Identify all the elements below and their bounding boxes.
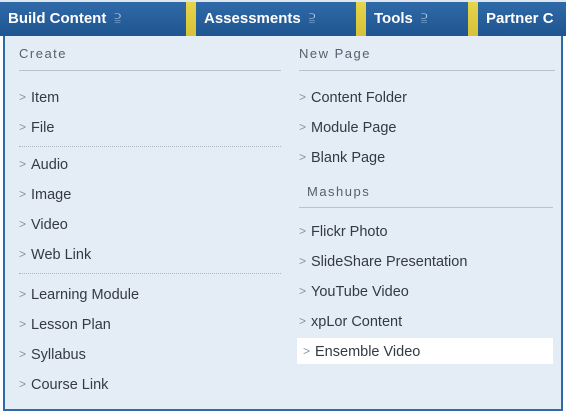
course-menu-bar: Build Content ⫆ Assessments ⫆ Tools ⫆ Partn… bbox=[0, 0, 566, 36]
chevron-right-icon: > bbox=[303, 344, 311, 358]
chevron-down-icon: ⫆ bbox=[114, 10, 121, 27]
tab-divider bbox=[468, 2, 478, 36]
chevron-right-icon: > bbox=[19, 187, 27, 201]
tab-tools-label: Tools bbox=[374, 10, 413, 27]
tab-build-content[interactable]: Build Content ⫆ bbox=[0, 2, 186, 36]
tab-partner-content[interactable]: Partner C bbox=[478, 2, 566, 36]
chevron-right-icon: > bbox=[19, 157, 27, 171]
menu-item-ensemble-video[interactable]: > Ensemble Video bbox=[297, 338, 553, 364]
tab-build-content-label: Build Content bbox=[8, 10, 107, 27]
section-divider bbox=[299, 70, 555, 71]
menu-item-label: Lesson Plan bbox=[31, 317, 111, 333]
menu-item-video[interactable]: > Video bbox=[19, 211, 68, 237]
menu-item-label: Video bbox=[31, 217, 68, 233]
menu-item-label: Syllabus bbox=[31, 347, 86, 363]
tab-partner-content-label: Partner C bbox=[486, 10, 554, 27]
app-frame: Build Content ⫆ Assessments ⫆ Tools ⫆ Partn… bbox=[0, 0, 566, 411]
chevron-right-icon: > bbox=[19, 347, 27, 361]
menu-item-label: Module Page bbox=[311, 120, 397, 136]
menu-item-label: Blank Page bbox=[311, 150, 386, 166]
menu-item-label: Ensemble Video bbox=[315, 344, 421, 360]
menu-item-label: Flickr Photo bbox=[311, 224, 388, 240]
menu-item-lesson-plan[interactable]: > Lesson Plan bbox=[19, 311, 111, 337]
chevron-right-icon: > bbox=[19, 317, 27, 331]
chevron-right-icon: > bbox=[299, 150, 307, 164]
chevron-right-icon: > bbox=[19, 287, 27, 301]
create-heading: Create bbox=[19, 46, 68, 61]
section-divider bbox=[299, 207, 553, 208]
mashups-heading: Mashups bbox=[307, 184, 371, 199]
tab-divider bbox=[356, 2, 366, 36]
menu-item-label: File bbox=[31, 120, 55, 136]
menu-item-course-link[interactable]: > Course Link bbox=[19, 371, 108, 397]
menu-item-label: Audio bbox=[31, 157, 69, 173]
chevron-right-icon: > bbox=[299, 120, 307, 134]
tab-divider bbox=[186, 2, 196, 36]
chevron-right-icon: > bbox=[299, 90, 307, 104]
menu-item-item[interactable]: > Item bbox=[19, 84, 59, 110]
menu-item-content-folder[interactable]: > Content Folder bbox=[299, 84, 407, 110]
menu-item-label: SlideShare Presentation bbox=[311, 254, 468, 270]
chevron-right-icon: > bbox=[19, 377, 27, 391]
menu-item-label: YouTube Video bbox=[311, 284, 409, 300]
menu-item-syllabus[interactable]: > Syllabus bbox=[19, 341, 86, 367]
menu-item-label: Item bbox=[31, 90, 60, 106]
menu-item-slideshare[interactable]: > SlideShare Presentation bbox=[299, 248, 467, 274]
tab-assessments-label: Assessments bbox=[204, 10, 301, 27]
tab-tools[interactable]: Tools ⫆ bbox=[366, 2, 468, 36]
menu-item-module-page[interactable]: > Module Page bbox=[299, 114, 396, 140]
chevron-right-icon: > bbox=[19, 217, 27, 231]
chevron-right-icon: > bbox=[299, 314, 307, 328]
group-divider bbox=[19, 273, 281, 274]
group-divider bbox=[19, 146, 281, 147]
chevron-down-icon: ⫆ bbox=[308, 10, 316, 27]
new-page-heading: New Page bbox=[299, 46, 371, 61]
chevron-down-icon: ⫆ bbox=[420, 10, 428, 27]
chevron-right-icon: > bbox=[299, 284, 307, 298]
menu-item-label: Web Link bbox=[31, 247, 92, 263]
menu-item-label: xpLor Content bbox=[311, 314, 403, 330]
tab-assessments[interactable]: Assessments ⫆ bbox=[196, 2, 356, 36]
menu-item-flickr-photo[interactable]: > Flickr Photo bbox=[299, 218, 388, 244]
menu-item-audio[interactable]: > Audio bbox=[19, 151, 68, 177]
menu-item-file[interactable]: > File bbox=[19, 114, 54, 140]
menu-item-label: Learning Module bbox=[31, 287, 140, 303]
menu-item-youtube-video[interactable]: > YouTube Video bbox=[299, 278, 409, 304]
chevron-right-icon: > bbox=[19, 90, 27, 104]
menu-item-web-link[interactable]: > Web Link bbox=[19, 241, 91, 267]
menu-item-label: Image bbox=[31, 187, 72, 203]
menu-item-learning-module[interactable]: > Learning Module bbox=[19, 281, 139, 307]
chevron-right-icon: > bbox=[299, 254, 307, 268]
build-content-dropdown: Create > Item > File > Audio > Image > Video … bbox=[3, 36, 563, 411]
menu-item-blank-page[interactable]: > Blank Page bbox=[299, 144, 385, 170]
chevron-right-icon: > bbox=[299, 224, 307, 238]
chevron-right-icon: > bbox=[19, 120, 27, 134]
menu-item-label: Content Folder bbox=[311, 90, 407, 106]
menu-item-image[interactable]: > Image bbox=[19, 181, 71, 207]
chevron-right-icon: > bbox=[19, 247, 27, 261]
section-divider bbox=[19, 70, 281, 71]
menu-item-label: Course Link bbox=[31, 377, 109, 393]
menu-item-xplor-content[interactable]: > xpLor Content bbox=[299, 308, 402, 334]
